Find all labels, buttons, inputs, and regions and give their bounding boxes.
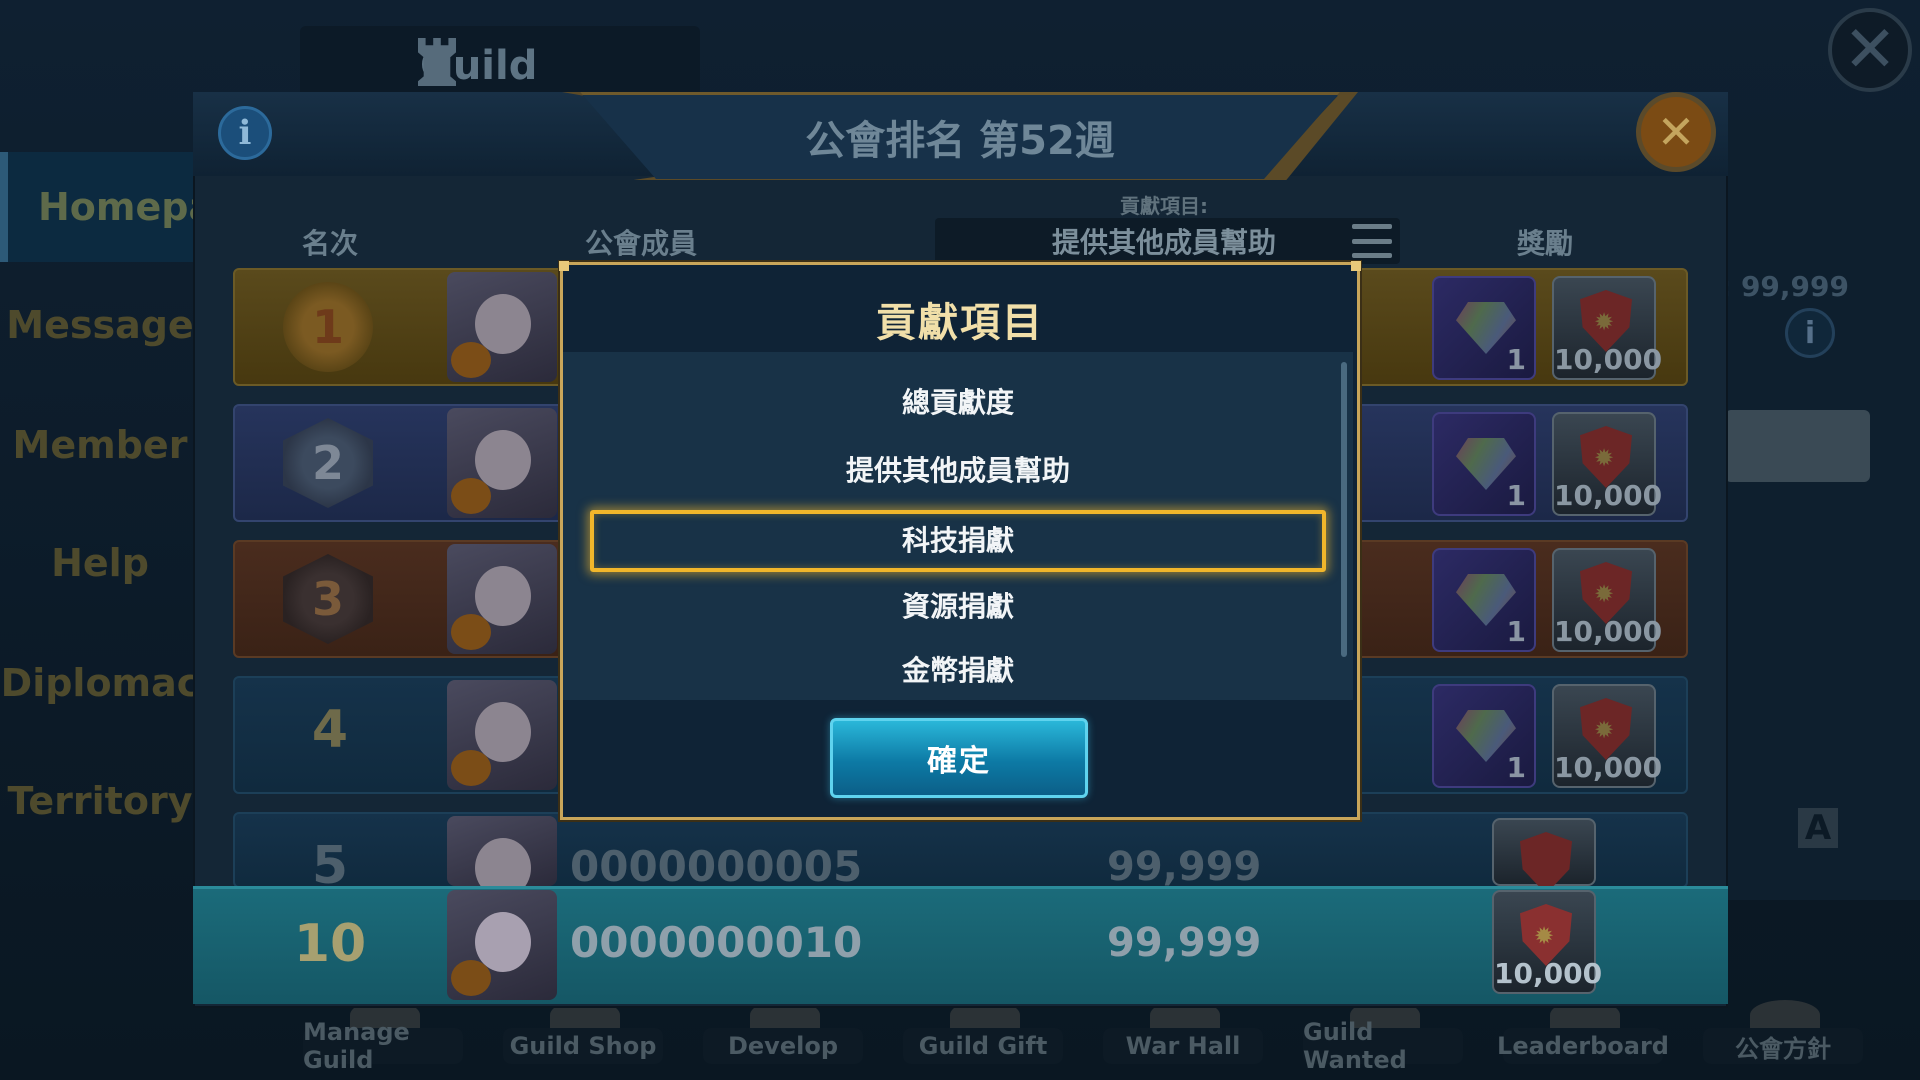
self-member-name: 0000000010 bbox=[570, 918, 863, 967]
rank-1-medal-icon: 1 bbox=[283, 282, 373, 372]
ranking-title: 公會排名 第52週 bbox=[805, 118, 1115, 164]
shield-count: 10,000 bbox=[1554, 343, 1663, 376]
ranking-info-icon[interactable]: i bbox=[218, 106, 272, 160]
avatar bbox=[447, 816, 557, 886]
column-reward: 獎勵 bbox=[1517, 227, 1574, 260]
modal-title: 貢獻項目 bbox=[876, 300, 1044, 346]
side-menu-label: Member bbox=[12, 423, 188, 467]
avatar bbox=[447, 680, 557, 790]
option-gold-donation[interactable]: 金幣捐獻 bbox=[563, 640, 1353, 692]
gem-count: 1 bbox=[1506, 479, 1526, 512]
side-menu-label: Diplomac bbox=[0, 661, 200, 705]
side-menu-message[interactable]: Message bbox=[0, 270, 200, 380]
shield-reward-icon: ✹ 10,000 bbox=[1552, 684, 1663, 788]
right-info-panel bbox=[1725, 120, 1920, 900]
option-tech-donation[interactable]: 科技捐獻 bbox=[590, 510, 1326, 572]
column-member: 公會成員 bbox=[585, 227, 698, 260]
contribution-selected: 提供其他成員幫助 bbox=[1052, 226, 1277, 259]
self-member-score: 99,999 bbox=[1107, 920, 1262, 966]
side-menu-label: Help bbox=[51, 541, 149, 585]
rank-number: 4 bbox=[311, 700, 349, 760]
list-scrollbar[interactable] bbox=[1341, 362, 1347, 657]
rook-icon bbox=[418, 38, 456, 86]
contribution-option-list[interactable]: 總貢獻度 提供其他成員幫助 科技捐獻 資源捐獻 金幣捐獻 bbox=[563, 352, 1353, 700]
right-panel-value: : 99,999 bbox=[1720, 270, 1849, 303]
shield-reward-icon bbox=[1492, 818, 1596, 894]
option-total-contribution[interactable]: 總貢獻度 bbox=[563, 372, 1353, 434]
develop-button[interactable]: Develop bbox=[703, 1028, 863, 1064]
gem-count: 1 bbox=[1506, 343, 1526, 376]
gem-reward-icon: 1 bbox=[1432, 684, 1536, 788]
gem-reward-icon: 1 bbox=[1432, 548, 1536, 652]
manage-guild-button[interactable]: Manage Guild bbox=[303, 1018, 463, 1074]
info-icon[interactable]: i bbox=[1785, 308, 1835, 358]
side-menu-member[interactable]: Member bbox=[0, 390, 200, 500]
column-rank: 名次 bbox=[302, 227, 359, 260]
shield-reward-icon: ✹ 10,000 bbox=[1552, 548, 1663, 652]
contribution-label: 貢獻項目: bbox=[1120, 194, 1208, 218]
guild-close-icon[interactable]: ✕ bbox=[1828, 8, 1912, 92]
gem-reward-icon: 1 bbox=[1432, 412, 1536, 516]
shield-count: 10,000 bbox=[1554, 615, 1663, 648]
right-panel-bar bbox=[1725, 410, 1870, 482]
bottom-toolbar: Manage Guild Guild Shop Develop Guild Gi… bbox=[270, 1000, 1920, 1080]
ranking-close-icon[interactable]: ✕ bbox=[1636, 92, 1716, 172]
side-menu-help[interactable]: Help bbox=[0, 508, 200, 618]
gem-reward-icon: 1 bbox=[1432, 276, 1536, 380]
hamburger-menu-icon[interactable] bbox=[1352, 224, 1392, 258]
confirm-button[interactable]: 確定 bbox=[830, 718, 1088, 798]
side-menu-territory[interactable]: Territory bbox=[0, 746, 200, 856]
war-hall-button[interactable]: War Hall bbox=[1103, 1028, 1263, 1064]
guild-gift-button[interactable]: Guild Gift bbox=[903, 1028, 1063, 1064]
avatar bbox=[447, 408, 557, 518]
shield-count: 10,000 bbox=[1494, 957, 1603, 990]
member-name: 0000000005 bbox=[570, 842, 863, 891]
side-menu-diplomacy[interactable]: Diplomac bbox=[0, 628, 200, 738]
side-menu-homepage[interactable]: Homepag bbox=[0, 152, 241, 262]
gem-count: 1 bbox=[1506, 751, 1526, 784]
letter-a-icon[interactable]: A bbox=[1798, 808, 1838, 848]
guild-wanted-button[interactable]: Guild Wanted bbox=[1303, 1018, 1463, 1074]
self-rank-number: 10 bbox=[293, 914, 367, 974]
side-menu-label: Message bbox=[6, 303, 194, 347]
avatar bbox=[447, 544, 557, 654]
contribution-dropdown[interactable]: 提供其他成員幫助 bbox=[935, 218, 1400, 264]
shield-count: 10,000 bbox=[1554, 479, 1663, 512]
shield-reward-icon: ✹ 10,000 bbox=[1492, 890, 1603, 994]
guild-policy-icon bbox=[1750, 1000, 1820, 1030]
guild-shop-button[interactable]: Guild Shop bbox=[503, 1028, 663, 1064]
shield-reward-icon: ✹ 10,000 bbox=[1552, 276, 1663, 380]
guild-policy-button[interactable]: 公會方針 bbox=[1703, 1028, 1863, 1064]
shield-count: 10,000 bbox=[1554, 751, 1663, 784]
member-score: 99,999 bbox=[1107, 844, 1262, 890]
side-menu-label: Territory bbox=[7, 779, 193, 823]
avatar bbox=[447, 272, 557, 382]
option-resource-donation[interactable]: 資源捐獻 bbox=[563, 576, 1353, 638]
gem-count: 1 bbox=[1506, 615, 1526, 648]
shield-reward-icon: ✹ 10,000 bbox=[1552, 412, 1663, 516]
leaderboard-button[interactable]: Leaderboard bbox=[1497, 1028, 1669, 1064]
self-avatar bbox=[447, 890, 557, 1000]
option-help-members[interactable]: 提供其他成員幫助 bbox=[563, 440, 1353, 502]
